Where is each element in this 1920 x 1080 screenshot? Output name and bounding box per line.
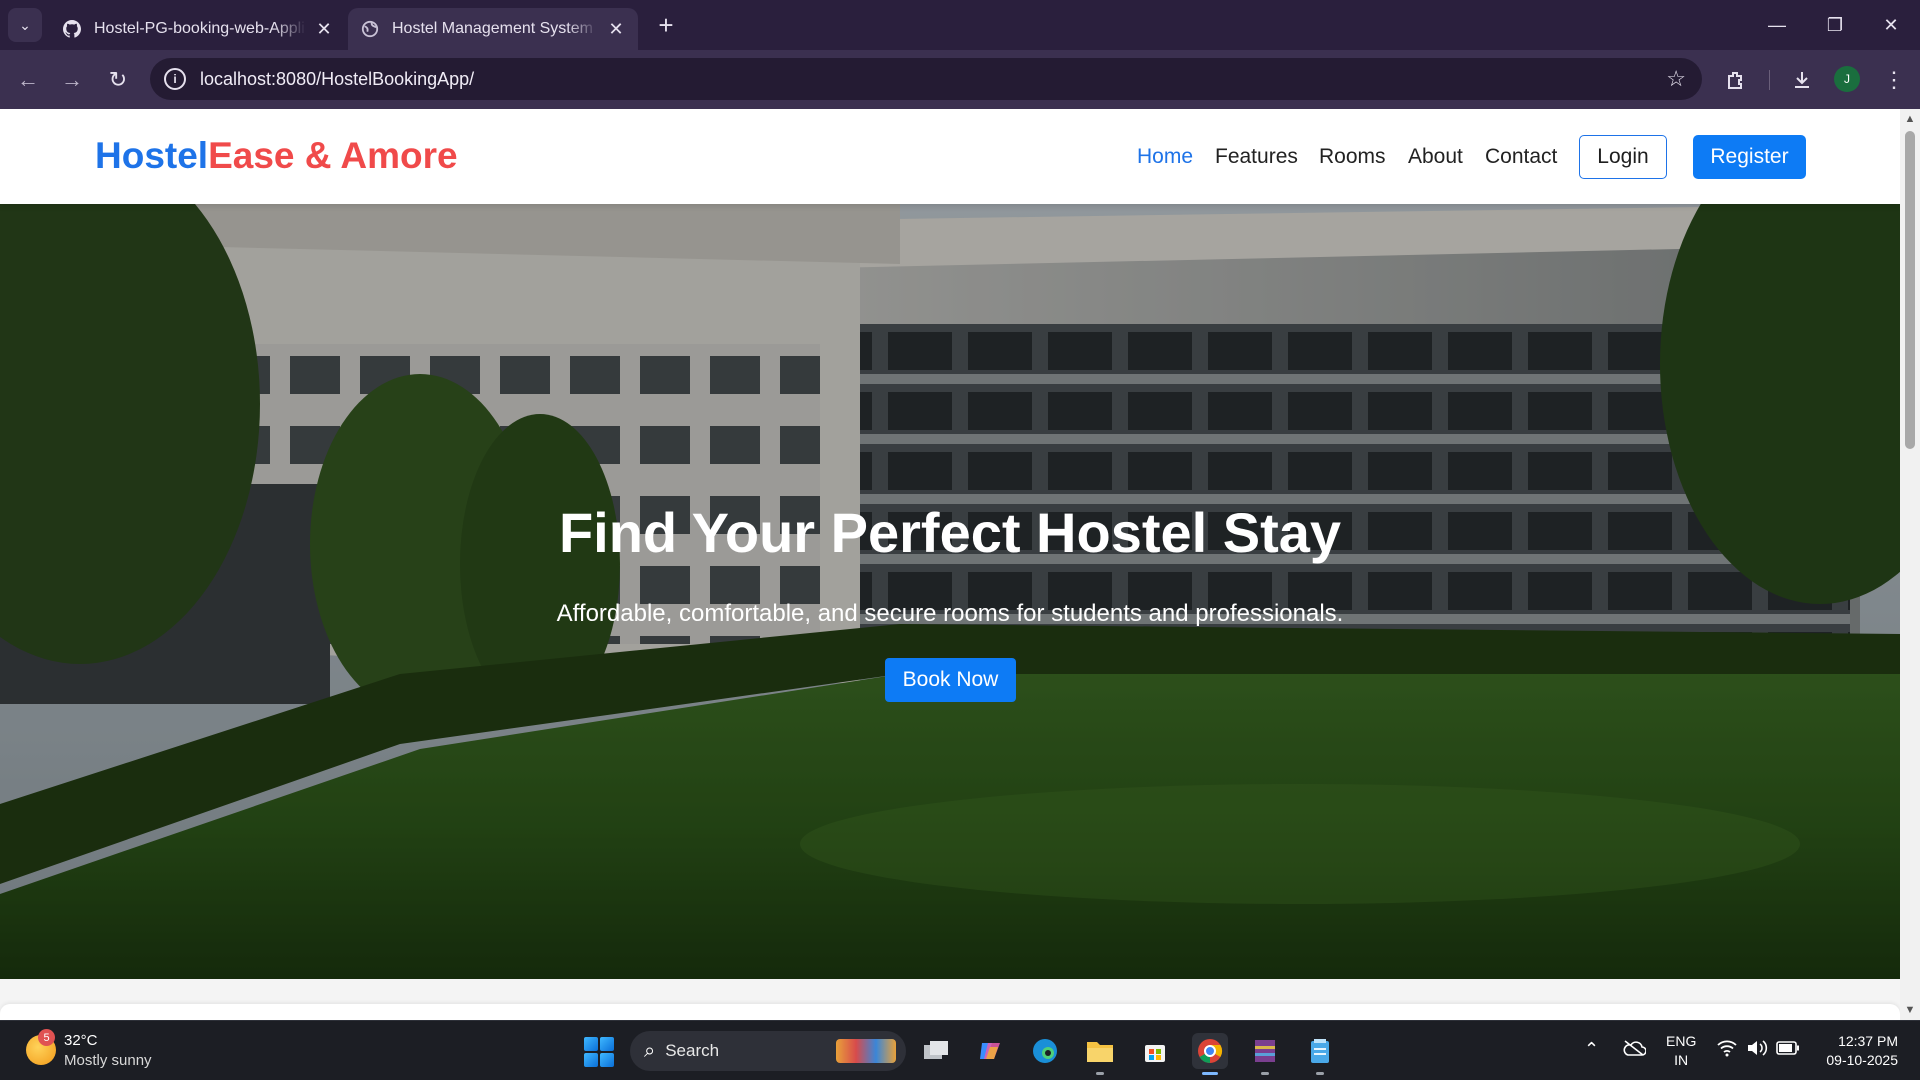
toolbar-divider	[1769, 70, 1770, 90]
taskbar-search-box[interactable]: ⌕ Search	[630, 1031, 906, 1071]
restore-icon[interactable]: ❐	[1806, 0, 1864, 50]
tab-github[interactable]: Hostel-PG-booking-web-Applic ✕	[50, 8, 346, 50]
tab-title: Hostel-PG-booking-web-Applic	[94, 20, 306, 37]
register-button[interactable]: Register	[1693, 135, 1806, 179]
close-tab-icon[interactable]: ✕	[606, 19, 626, 40]
login-button[interactable]: Login	[1579, 135, 1667, 179]
browser-toolbar: ← → ↻ i localhost:8080/HostelBookingApp/…	[0, 50, 1920, 109]
language-indicator[interactable]: ENG IN	[1666, 1032, 1696, 1070]
chrome-icon[interactable]	[1192, 1033, 1228, 1075]
nav-about[interactable]: About	[1408, 145, 1463, 169]
search-label: Search	[665, 1041, 720, 1060]
show-hidden-icons-chevron-icon[interactable]: ⌃	[1584, 1039, 1599, 1060]
site-header: HostelEase & Amore Home Features Rooms A…	[0, 109, 1900, 204]
next-section-peek	[0, 979, 1900, 1020]
edge-icon[interactable]	[1027, 1033, 1063, 1069]
page-viewport: HostelEase & Amore Home Features Rooms A…	[0, 109, 1900, 1020]
copilot-icon[interactable]	[972, 1033, 1008, 1069]
hero-section: Find Your Perfect Hostel Stay Affordable…	[0, 204, 1900, 979]
section-card	[0, 1004, 1900, 1020]
weather-temperature: 32°C	[64, 1032, 98, 1049]
nav-home[interactable]: Home	[1137, 145, 1193, 169]
weather-badge: 5	[38, 1029, 55, 1046]
tab-hostel-management[interactable]: Hostel Management System | H ✕	[348, 8, 638, 50]
nav-contact[interactable]: Contact	[1485, 145, 1557, 169]
clock-date: 09-10-2025	[1826, 1052, 1898, 1068]
reload-icon[interactable]: ↻	[102, 64, 134, 96]
new-tab-plus-icon[interactable]: +	[652, 12, 680, 40]
address-bar[interactable]: i localhost:8080/HostelBookingApp/ ☆	[150, 58, 1702, 100]
hero-dark-overlay	[0, 204, 1900, 979]
minimize-icon[interactable]: —	[1748, 0, 1806, 50]
back-arrow-icon[interactable]: ←	[12, 64, 44, 96]
wifi-icon[interactable]	[1716, 1039, 1738, 1062]
volume-icon[interactable]	[1746, 1039, 1768, 1062]
profile-avatar[interactable]: J	[1834, 66, 1860, 92]
battery-icon[interactable]	[1776, 1039, 1800, 1060]
url-text[interactable]: localhost:8080/HostelBookingApp/	[200, 69, 474, 90]
notepad-icon[interactable]	[1302, 1033, 1338, 1075]
scroll-thumb[interactable]	[1905, 131, 1915, 449]
file-explorer-icon[interactable]	[1082, 1033, 1118, 1075]
github-icon	[62, 19, 82, 39]
close-tab-icon[interactable]: ✕	[314, 19, 334, 40]
bookmark-star-icon[interactable]: ☆	[1666, 66, 1686, 92]
brand-logo[interactable]: HostelEase & Amore	[95, 135, 458, 177]
close-window-icon[interactable]: ✕	[1862, 0, 1920, 50]
windows-start-icon[interactable]	[584, 1037, 614, 1067]
book-now-button[interactable]: Book Now	[885, 658, 1016, 702]
tab-title: Hostel Management System | H	[392, 20, 598, 37]
scroll-up-arrow-icon[interactable]: ▲	[1904, 113, 1916, 125]
windows-taskbar: 5 32°C Mostly sunny ⌕ Search ⌃ ENG IN 12…	[0, 1020, 1920, 1080]
download-icon[interactable]	[1786, 64, 1818, 96]
winrar-icon[interactable]	[1247, 1033, 1283, 1075]
menu-kebab-icon[interactable]: ⋮	[1878, 64, 1910, 96]
browser-tab-strip: ⌄ Hostel-PG-booking-web-Applic ✕ Hostel …	[0, 0, 1920, 50]
scroll-down-arrow-icon[interactable]: ▼	[1904, 1004, 1916, 1016]
language-code: ENG	[1666, 1033, 1697, 1049]
hero-title: Find Your Perfect Hostel Stay	[558, 501, 1342, 564]
brand-part-2: Ease & Amore	[208, 135, 458, 176]
nav-rooms[interactable]: Rooms	[1319, 145, 1386, 169]
extensions-icon[interactable]	[1720, 64, 1752, 96]
globe-icon	[360, 19, 380, 39]
region-code: IN	[1674, 1052, 1689, 1068]
store-icon[interactable]	[1137, 1033, 1173, 1069]
site-info-icon[interactable]: i	[164, 68, 186, 90]
forward-arrow-icon[interactable]: →	[56, 64, 88, 96]
search-icon: ⌕	[644, 1039, 656, 1062]
task-view-icon[interactable]	[918, 1033, 954, 1069]
clock-time: 12:37 PM	[1838, 1033, 1898, 1049]
onedrive-offline-icon[interactable]	[1622, 1039, 1647, 1062]
tab-search-chevron-icon[interactable]: ⌄	[8, 8, 42, 42]
system-clock[interactable]: 12:37 PM 09-10-2025	[1814, 1032, 1898, 1070]
hero-subtitle: Affordable, comfortable, and secure room…	[556, 600, 1344, 627]
nav-features[interactable]: Features	[1215, 145, 1298, 169]
page-scrollbar[interactable]: ▲ ▼	[1900, 109, 1920, 1020]
brand-part-1: Hostel	[95, 135, 209, 176]
search-highlight-icon	[836, 1039, 896, 1063]
weather-description: Mostly sunny	[64, 1052, 152, 1069]
